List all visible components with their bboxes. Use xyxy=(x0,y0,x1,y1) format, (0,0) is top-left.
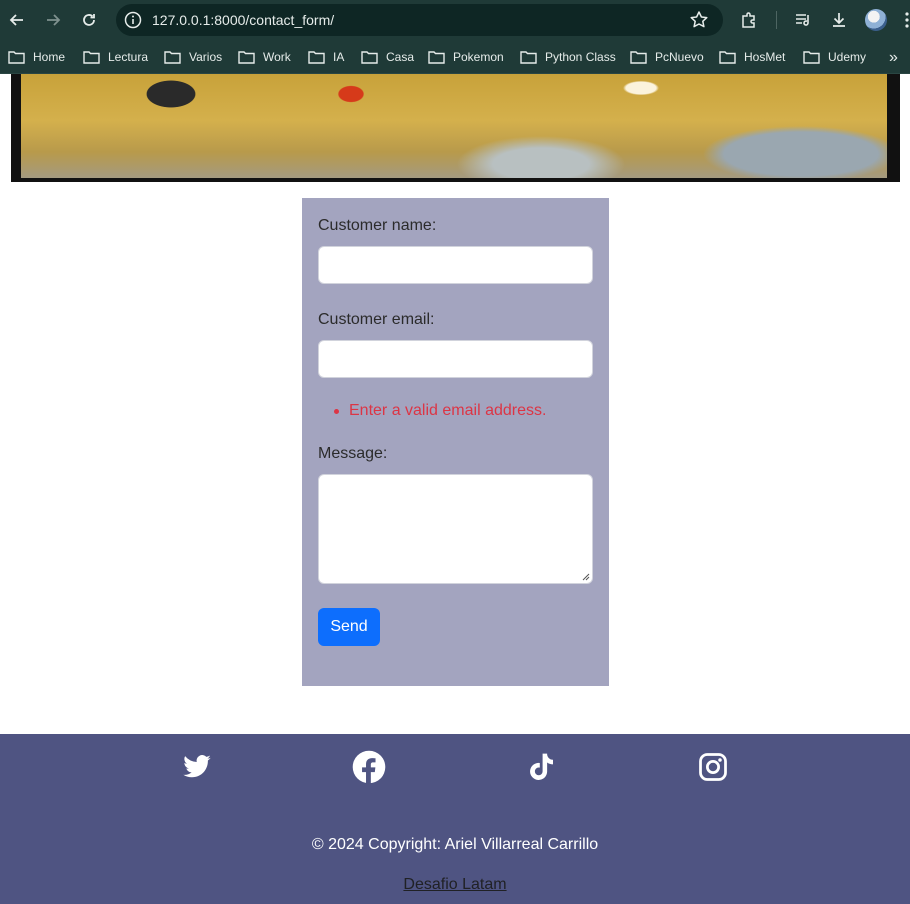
desafio-latam-link[interactable]: Desafio Latam xyxy=(403,876,506,893)
email-error-list: Enter a valid email address. xyxy=(318,402,546,420)
customer-email-label: Customer email: xyxy=(318,311,435,328)
bookmark-pokemon[interactable]: Pokemon xyxy=(428,48,504,66)
bookmark-varios[interactable]: Varios xyxy=(164,48,222,66)
bookmark-ia[interactable]: IA xyxy=(308,48,344,66)
menu-dots-icon[interactable] xyxy=(904,11,910,29)
message-label: Message: xyxy=(318,445,388,462)
customer-name-label: Customer name: xyxy=(318,217,437,234)
site-info-icon[interactable] xyxy=(124,11,142,29)
resize-grip-icon[interactable] xyxy=(580,571,590,581)
more-bookmarks-icon[interactable]: » xyxy=(889,49,898,67)
twitter-icon[interactable] xyxy=(180,750,214,784)
reload-icon xyxy=(83,14,95,26)
bookmark-lectura[interactable]: Lectura xyxy=(83,48,148,66)
forward-button[interactable] xyxy=(41,8,65,32)
tiktok-icon[interactable] xyxy=(524,750,558,784)
folder-icon xyxy=(520,51,537,64)
send-button[interactable]: Send xyxy=(318,608,380,646)
contact-form: Customer name: Customer email: Enter a v… xyxy=(302,198,609,686)
footer: © 2024 Copyright: Ariel Villarreal Carri… xyxy=(0,734,910,904)
bookmark-work[interactable]: Work xyxy=(238,48,291,66)
footer-link-container: Desafio Latam xyxy=(0,876,910,894)
error-bullet xyxy=(334,408,339,414)
message-textarea[interactable] xyxy=(318,474,593,584)
hero-banner-image xyxy=(11,74,900,182)
toolbar-divider xyxy=(776,11,777,29)
bookmark-udemy[interactable]: Udemy xyxy=(803,48,866,66)
profile-avatar[interactable] xyxy=(865,9,887,31)
email-error-message: Enter a valid email address. xyxy=(349,402,547,419)
back-arrow-icon xyxy=(9,14,23,26)
download-icon[interactable] xyxy=(828,9,850,31)
forward-arrow-icon xyxy=(47,14,61,26)
bookmark-python-class[interactable]: Python Class xyxy=(520,48,616,66)
folder-icon xyxy=(238,51,255,64)
bookmark-pcnuevo[interactable]: PcNuevo xyxy=(630,48,704,66)
reload-button[interactable] xyxy=(77,8,101,32)
hero-photo xyxy=(21,74,887,178)
folder-icon xyxy=(308,51,325,64)
customer-email-input[interactable] xyxy=(318,340,593,378)
folder-icon xyxy=(428,51,445,64)
bookmark-hosmet[interactable]: HosMet xyxy=(719,48,785,66)
browser-toolbar: 127.0.0.1:8000/contact_form/ xyxy=(0,0,910,40)
customer-name-input[interactable] xyxy=(318,246,593,284)
instagram-icon[interactable] xyxy=(696,750,730,784)
folder-icon xyxy=(719,51,736,64)
facebook-icon[interactable] xyxy=(352,750,386,784)
bookmark-star-icon[interactable] xyxy=(689,10,709,30)
back-button[interactable] xyxy=(5,8,29,32)
reading-list-icon[interactable] xyxy=(792,9,814,31)
folder-icon xyxy=(361,51,378,64)
folder-icon xyxy=(803,51,820,64)
bookmark-home[interactable]: Home xyxy=(8,48,65,66)
copyright-text: © 2024 Copyright: Ariel Villarreal Carri… xyxy=(311,836,599,853)
address-bar[interactable]: 127.0.0.1:8000/contact_form/ xyxy=(116,4,723,36)
folder-icon xyxy=(164,51,181,64)
folder-icon xyxy=(83,51,100,64)
bookmark-casa[interactable]: Casa xyxy=(361,48,414,66)
extensions-icon[interactable] xyxy=(738,9,760,31)
folder-icon xyxy=(8,51,25,64)
bookmarks-bar: Home Lectura Varios Work IA Casa Pokemon… xyxy=(0,40,910,74)
url-text[interactable]: 127.0.0.1:8000/contact_form/ xyxy=(152,12,334,28)
folder-icon xyxy=(630,51,647,64)
